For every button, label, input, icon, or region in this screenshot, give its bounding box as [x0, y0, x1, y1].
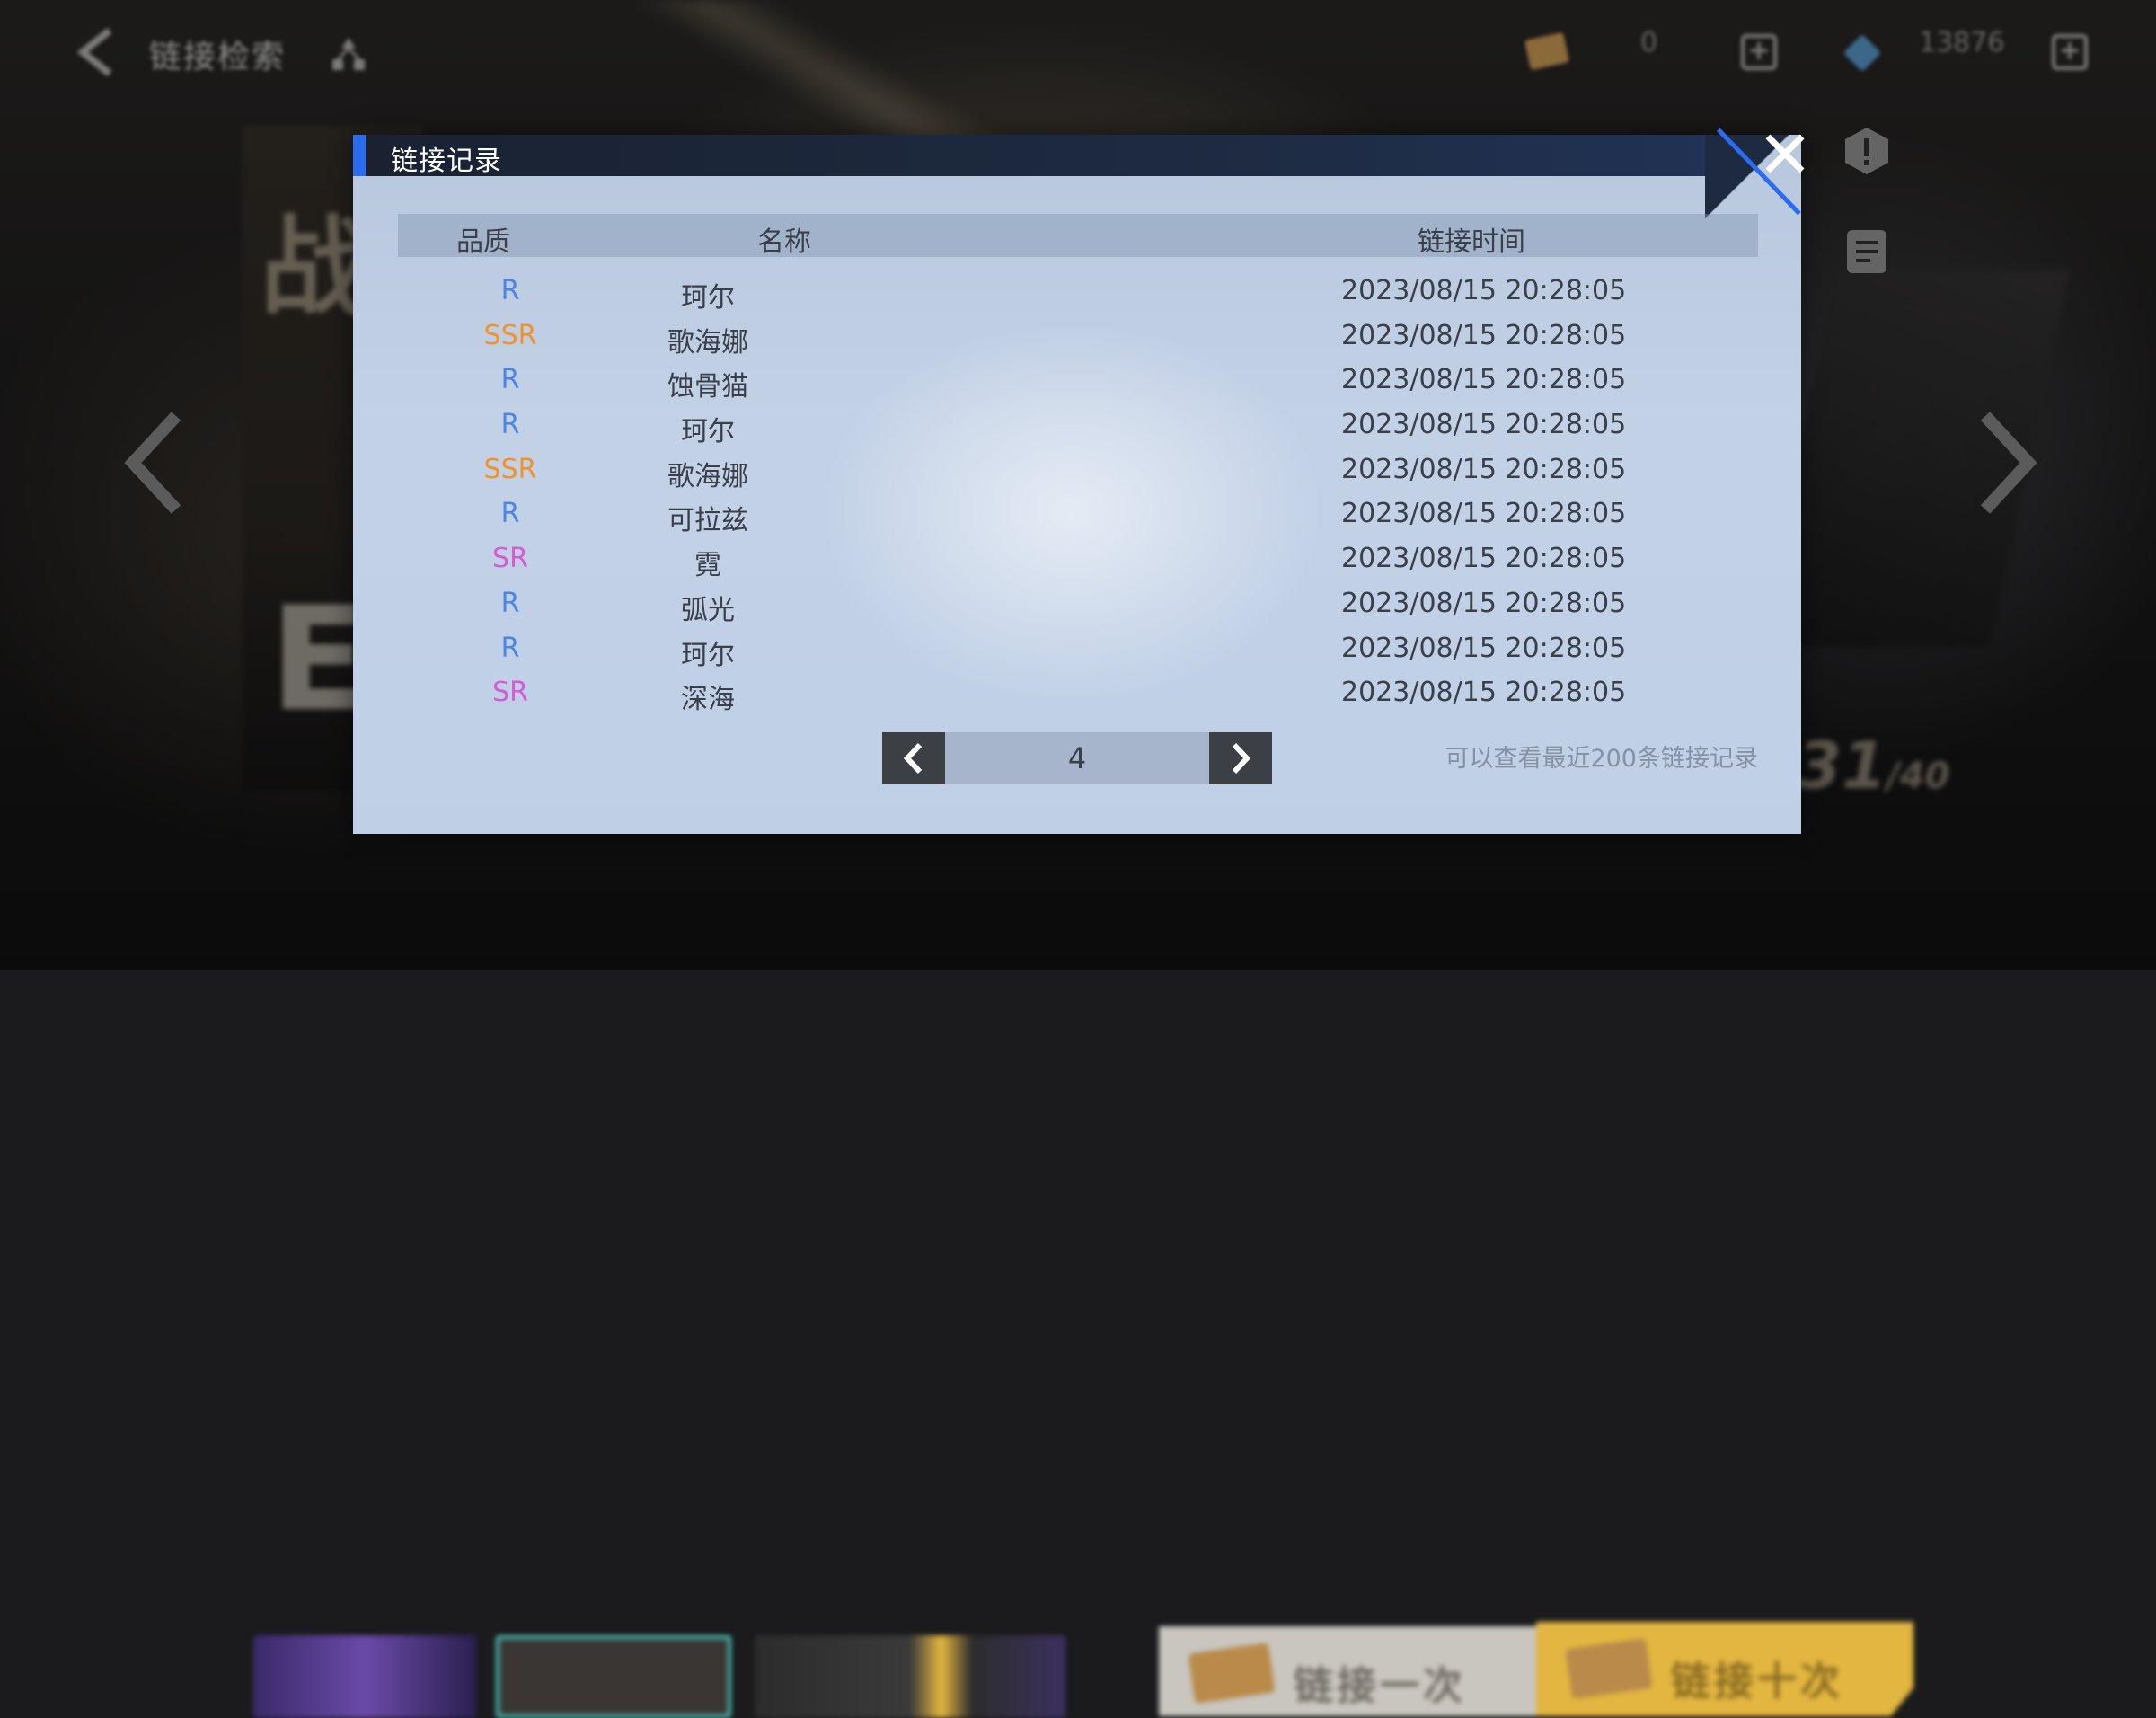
row-quality: R	[500, 632, 520, 664]
row-name: 霓	[694, 550, 721, 582]
row-name: 歌海娜	[667, 326, 748, 359]
row-quality: SSR	[483, 319, 537, 351]
row-quality: R	[500, 587, 520, 619]
history-row: SR 霓 2023/08/15 20:28:05	[398, 539, 1758, 584]
row-name: 珂尔	[681, 282, 735, 314]
row-time: 2023/08/15 20:28:05	[1341, 275, 1627, 306]
row-time: 2023/08/15 20:28:05	[1341, 409, 1627, 441]
pull-ten-label: 链接十次	[1671, 1659, 1843, 1705]
chevron-left-icon	[903, 742, 923, 775]
close-icon[interactable]	[1761, 129, 1809, 178]
row-name: 珂尔	[681, 639, 735, 671]
row-time: 2023/08/15 20:28:05	[1341, 498, 1627, 530]
history-modal: 链接记录 品质 名称 链接时间 R 珂尔 2023/08/15 20:28:05 SS…	[353, 128, 1801, 834]
row-quality: R	[500, 498, 520, 530]
pull-once-label: 链接一次	[1294, 1663, 1466, 1709]
history-row: SSR 歌海娜 2023/08/15 20:28:05	[398, 450, 1758, 495]
table-header: 品质 名称 链接时间	[398, 214, 1758, 258]
row-quality: R	[500, 275, 520, 306]
header-name: 名称	[757, 226, 811, 258]
row-time: 2023/08/15 20:28:05	[1341, 677, 1627, 709]
banner-thumbnail-1[interactable]	[253, 1635, 476, 1718]
row-time: 2023/08/15 20:28:05	[1341, 543, 1627, 575]
row-quality: SR	[492, 543, 528, 575]
chevron-right-icon	[1232, 742, 1251, 775]
history-row: R 蚀骨猫 2023/08/15 20:28:05	[398, 360, 1758, 405]
header-time: 链接时间	[1418, 226, 1525, 258]
pull-ten-button[interactable]: 链接十次	[1536, 1622, 1913, 1716]
row-time: 2023/08/15 20:28:05	[1341, 364, 1627, 396]
history-row: SR 深海 2023/08/15 20:28:05	[398, 673, 1758, 718]
row-name: 珂尔	[681, 416, 735, 448]
pull-once-button[interactable]: 链接一次	[1159, 1626, 1536, 1716]
row-time: 2023/08/15 20:28:05	[1341, 319, 1627, 351]
row-name: 蚀骨猫	[667, 371, 748, 403]
history-row: R 可拉兹 2023/08/15 20:28:05	[398, 494, 1758, 539]
history-list: R 珂尔 2023/08/15 20:28:05 SSR 歌海娜 2023/08/15 2…	[398, 271, 1758, 718]
row-name: 弧光	[681, 594, 735, 626]
row-name: 歌海娜	[667, 460, 748, 492]
row-time: 2023/08/15 20:28:05	[1341, 632, 1627, 664]
history-row: R 珂尔 2023/08/15 20:28:05	[398, 629, 1758, 674]
history-row: SSR 歌海娜 2023/08/15 20:28:05	[398, 316, 1758, 361]
history-limit-note: 可以查看最近200条链接记录	[1445, 745, 1758, 773]
row-name: 深海	[681, 684, 735, 716]
history-row: R 珂尔 2023/08/15 20:28:05	[398, 271, 1758, 316]
modal-title: 链接记录	[391, 146, 502, 177]
row-quality: R	[500, 364, 520, 396]
prev-page-button[interactable]	[882, 732, 945, 784]
row-time: 2023/08/15 20:28:05	[1341, 453, 1627, 485]
pagination: 4	[882, 732, 1272, 784]
next-page-button[interactable]	[1209, 732, 1272, 784]
ticket-icon	[1188, 1643, 1276, 1704]
page-number: 4	[1067, 741, 1087, 775]
banner-thumbnail-2[interactable]	[496, 1635, 731, 1718]
row-name: 可拉兹	[667, 505, 748, 537]
history-row: R 珂尔 2023/08/15 20:28:05	[398, 405, 1758, 450]
ticket-icon	[1565, 1638, 1653, 1699]
modal-header: 链接记录	[353, 135, 1736, 177]
row-time: 2023/08/15 20:28:05	[1341, 587, 1627, 619]
row-quality: R	[500, 409, 520, 441]
page-number-field[interactable]: 4	[945, 732, 1209, 784]
header-quality: 品质	[456, 226, 510, 258]
row-quality: SR	[492, 677, 528, 709]
row-quality: SSR	[483, 453, 537, 485]
history-row: R 弧光 2023/08/15 20:28:05	[398, 584, 1758, 629]
banner-thumbnail-3[interactable]	[755, 1635, 1065, 1718]
